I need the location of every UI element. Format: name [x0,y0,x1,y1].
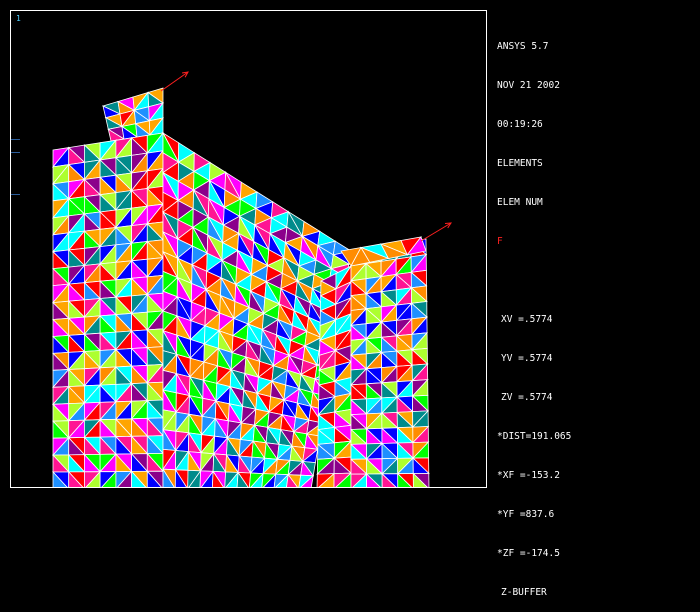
plot-type: ELEMENTS [497,158,543,169]
force-symbol-label: F [497,236,503,247]
force-arrow-icon [160,71,189,92]
view-xv: XV =.5774 [501,314,553,325]
view-zf: *ZF =-174.5 [497,548,560,559]
legend-panel: ANSYS 5.7 NOV 21 2002 00:19:26 ELEMENTS … [497,14,571,612]
label-mode: ELEM NUM [497,197,543,208]
view-yv: YV =.5774 [501,353,553,364]
z-buffer-label: Z-BUFFER [501,587,547,598]
view-yf: *YF =837.6 [497,509,555,520]
plot-time: 00:19:26 [497,119,543,130]
force-arrow-icon [420,222,452,242]
view-xf: *XF =-153.2 [497,470,560,481]
plot-date: NOV 21 2002 [497,80,560,91]
view-zv: ZV =.5774 [501,392,553,403]
product-name: ANSYS 5.7 [497,41,549,52]
view-dist: *DIST=191.065 [497,431,572,442]
graphics-viewport[interactable]: 1 [10,10,487,488]
element-mesh-plot[interactable] [11,11,487,488]
